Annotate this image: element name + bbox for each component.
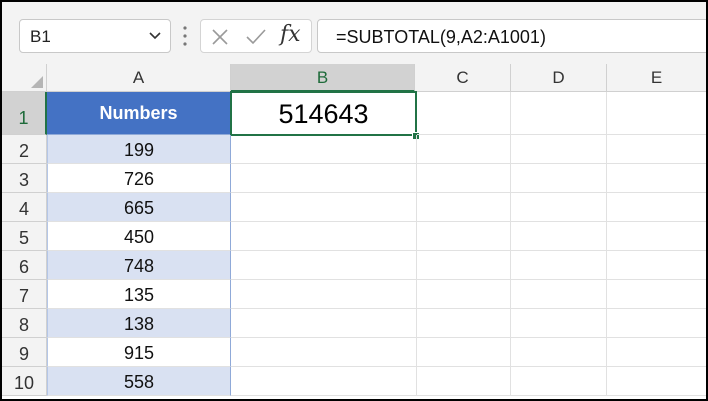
cell-a9[interactable]: 915 (47, 338, 231, 367)
enter-icon[interactable] (245, 28, 267, 46)
cell-b8[interactable] (231, 309, 417, 338)
cell-b4[interactable] (231, 193, 417, 222)
formula-bar: B1 fx =SUBTOTAL(9,A2:A1001) (2, 2, 706, 64)
cell-d5[interactable] (511, 222, 607, 251)
cell-b6[interactable] (231, 251, 417, 280)
cell-e1[interactable] (607, 92, 706, 135)
cell-c1[interactable] (417, 92, 511, 135)
cell-c2[interactable] (417, 135, 511, 164)
drag-handle-icon[interactable] (182, 25, 188, 47)
column-header-d[interactable]: D (511, 64, 607, 92)
cell-a10[interactable]: 558 (47, 367, 231, 396)
cell-e8[interactable] (607, 309, 706, 338)
cell-b3[interactable] (231, 164, 417, 193)
row-header-8[interactable]: 8 (2, 309, 47, 338)
chevron-down-icon[interactable] (148, 29, 162, 43)
cell-d7[interactable] (511, 280, 607, 309)
row-header-5[interactable]: 5 (2, 222, 47, 251)
cell-e10[interactable] (607, 367, 706, 396)
row-header-2[interactable]: 2 (2, 135, 47, 164)
row-header-9[interactable]: 9 (2, 338, 47, 367)
row-header-1[interactable]: 1 (2, 92, 47, 135)
cell-a1[interactable]: Numbers (47, 92, 231, 135)
cell-c5[interactable] (417, 222, 511, 251)
cell-c9[interactable] (417, 338, 511, 367)
cell-b1[interactable]: 514643 (230, 91, 417, 136)
cell-a6[interactable]: 748 (47, 251, 231, 280)
cell-c10[interactable] (417, 367, 511, 396)
cell-c6[interactable] (417, 251, 511, 280)
cell-a3[interactable]: 726 (47, 164, 231, 193)
cell-d2[interactable] (511, 135, 607, 164)
formula-text: =SUBTOTAL(9,A2:A1001) (336, 27, 546, 47)
row-header-7[interactable]: 7 (2, 280, 47, 309)
cell-d1[interactable] (511, 92, 607, 135)
name-box[interactable]: B1 (19, 19, 171, 53)
cell-a5[interactable]: 450 (47, 222, 231, 251)
cell-b5[interactable] (231, 222, 417, 251)
cell-d6[interactable] (511, 251, 607, 280)
cancel-icon[interactable] (211, 28, 229, 46)
name-box-value: B1 (30, 27, 51, 46)
column-header-e[interactable]: E (607, 64, 706, 92)
cell-e3[interactable] (607, 164, 706, 193)
column-header-a[interactable]: A (47, 64, 231, 92)
fx-icon[interactable]: fx (280, 22, 301, 47)
cell-e9[interactable] (607, 338, 706, 367)
row-header-4[interactable]: 4 (2, 193, 47, 222)
formula-buttons: fx (200, 19, 312, 53)
excel-window: B1 fx =SUBTOTAL(9,A2:A1001) A B C D E 1 … (2, 2, 706, 399)
cell-a2[interactable]: 199 (47, 135, 231, 164)
cell-c7[interactable] (417, 280, 511, 309)
cell-e5[interactable] (607, 222, 706, 251)
row-header-6[interactable]: 6 (2, 251, 47, 280)
row-header-3[interactable]: 3 (2, 164, 47, 193)
cell-c4[interactable] (417, 193, 511, 222)
row-header-10[interactable]: 10 (2, 367, 47, 396)
cell-c8[interactable] (417, 309, 511, 338)
cell-b7[interactable] (231, 280, 417, 309)
select-all-triangle-icon (31, 76, 43, 88)
spreadsheet-grid: A B C D E 1 Numbers 514643 2 199 3 726 4 665 5… (2, 64, 706, 399)
cell-e7[interactable] (607, 280, 706, 309)
cell-c3[interactable] (417, 164, 511, 193)
cell-a7[interactable]: 135 (47, 280, 231, 309)
cell-b9[interactable] (231, 338, 417, 367)
cell-e2[interactable] (607, 135, 706, 164)
cell-b2[interactable] (231, 135, 417, 164)
cell-d9[interactable] (511, 338, 607, 367)
cell-d4[interactable] (511, 193, 607, 222)
cell-e4[interactable] (607, 193, 706, 222)
select-all-button[interactable] (2, 64, 47, 92)
cell-a4[interactable]: 665 (47, 193, 231, 222)
cell-e6[interactable] (607, 251, 706, 280)
cell-a8[interactable]: 138 (47, 309, 231, 338)
column-header-b[interactable]: B (231, 64, 415, 92)
column-header-c[interactable]: C (415, 64, 511, 92)
formula-input[interactable]: =SUBTOTAL(9,A2:A1001) (317, 19, 706, 53)
cell-d8[interactable] (511, 309, 607, 338)
cell-d3[interactable] (511, 164, 607, 193)
cell-d10[interactable] (511, 367, 607, 396)
cell-b10[interactable] (231, 367, 417, 396)
